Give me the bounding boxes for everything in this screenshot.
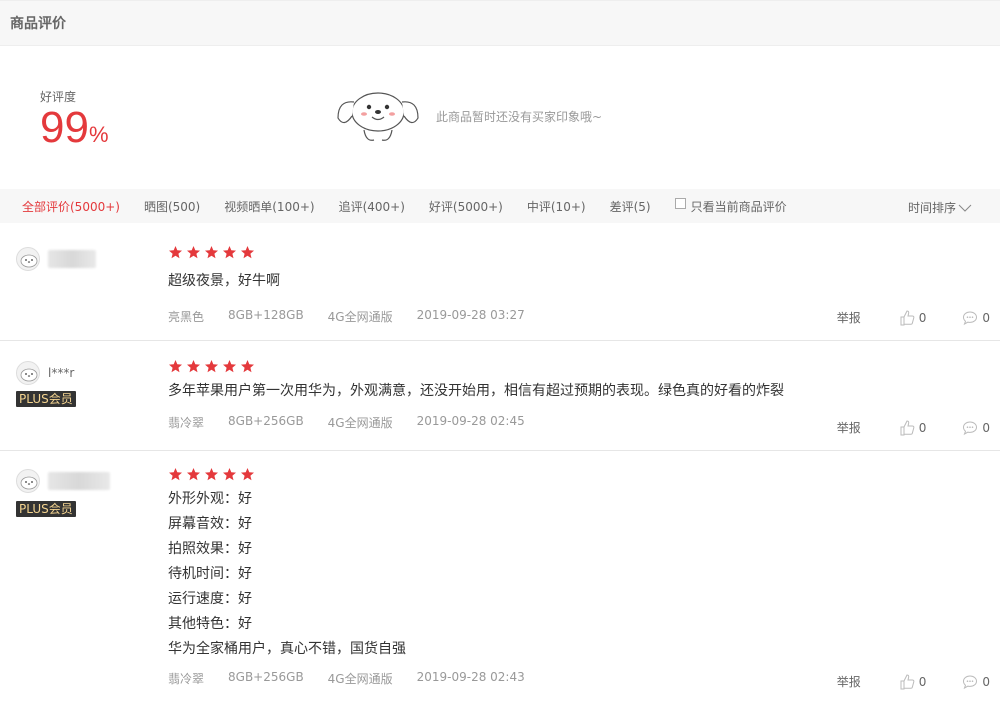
review-content: 外形外观：好 屏幕音效：好 拍照效果：好 待机时间：好 运行速度：好 其他特色：… [168, 491, 406, 657]
tab-neutral[interactable]: 中评(10+) [527, 198, 586, 215]
plus-member-badge: PLUS会员 [16, 501, 76, 517]
review-user [16, 247, 96, 271]
review-item: 超级夜景，好牛啊 亮黑色 8GB+128GB 4G全网通版 2019-09-28… [0, 223, 1000, 341]
review-actions: 举报 0 0 [837, 673, 990, 690]
review-content: 多年苹果用户第一次用华为，外观满意，还没开始用，相信有超过预期的表现。绿色真的好… [168, 383, 784, 399]
like-count: 0 [918, 420, 927, 435]
star-icon [223, 468, 236, 481]
review-time: 2019-09-28 02:43 [416, 670, 525, 684]
comment-bubble-icon [963, 310, 978, 325]
comment-count: 0 [982, 310, 990, 325]
username-blurred [48, 250, 96, 268]
impression-empty-text: 此商品暂时还没有买家印象哦~ [436, 110, 603, 124]
product-network: 4G全网通版 [327, 310, 393, 324]
comment-count: 0 [982, 420, 990, 435]
review-actions: 举报 0 0 [837, 309, 990, 326]
avatar[interactable] [16, 361, 40, 385]
product-network: 4G全网通版 [327, 416, 393, 430]
thumbs-up-icon [900, 419, 915, 435]
like-button[interactable]: 0 [899, 673, 927, 690]
good-rate-value: 99% [40, 106, 109, 150]
good-rate-number: 99 [40, 103, 89, 152]
thumbs-up-icon [900, 309, 915, 325]
product-storage: 8GB+256GB [228, 670, 304, 684]
tab-all-reviews[interactable]: 全部评价(5000+) [22, 198, 120, 215]
star-icon [241, 360, 254, 373]
report-button[interactable]: 举报 [837, 309, 861, 326]
report-button[interactable]: 举报 [837, 673, 861, 690]
comment-bubble-icon [963, 674, 978, 689]
like-button[interactable]: 0 [899, 309, 927, 326]
comment-button[interactable]: 0 [962, 310, 990, 326]
review-time: 2019-09-28 02:45 [416, 414, 525, 428]
star-rating [168, 359, 1000, 373]
star-rating [168, 245, 1000, 259]
review-user: l***r [16, 361, 74, 385]
jd-dog-mascot-icon [337, 92, 419, 141]
star-icon [169, 246, 182, 259]
tab-video-reviews[interactable]: 视频晒单(100+) [224, 198, 314, 215]
product-color: 亮黑色 [168, 310, 205, 324]
comment-count: 0 [982, 674, 990, 689]
avatar[interactable] [16, 247, 40, 271]
star-icon [205, 360, 218, 373]
star-icon [241, 246, 254, 259]
comment-button[interactable]: 0 [962, 674, 990, 690]
star-icon [187, 246, 200, 259]
section-title: 商品评价 [10, 16, 66, 32]
product-storage: 8GB+128GB [228, 308, 304, 322]
product-color: 翡冷翠 [168, 416, 205, 430]
comment-button[interactable]: 0 [962, 420, 990, 436]
username-blurred [48, 472, 110, 490]
review-time: 2019-09-28 03:27 [416, 308, 525, 322]
tab-positive[interactable]: 好评(5000+) [429, 198, 503, 215]
sort-dropdown[interactable]: 时间排序 [908, 199, 972, 216]
product-network: 4G全网通版 [327, 672, 393, 686]
star-icon [205, 468, 218, 481]
star-icon [169, 360, 182, 373]
product-storage: 8GB+256GB [228, 414, 304, 428]
review-item: PLUS会员 外形外观：好 屏幕音效：好 拍照效果：好 待机时间：好 运行速度：… [0, 451, 1000, 704]
like-count: 0 [918, 674, 927, 689]
report-button[interactable]: 举报 [837, 419, 861, 436]
product-color: 翡冷翠 [168, 672, 205, 686]
like-count: 0 [918, 310, 927, 325]
review-content: 超级夜景，好牛啊 [168, 273, 280, 289]
chevron-down-icon [958, 204, 972, 212]
like-button[interactable]: 0 [899, 419, 927, 436]
star-icon [241, 468, 254, 481]
star-rating [168, 467, 1000, 481]
review-actions: 举报 0 0 [837, 419, 990, 436]
section-header: 商品评价 [0, 0, 1000, 46]
tab-follow-up[interactable]: 追评(400+) [339, 198, 405, 215]
comment-bubble-icon [963, 420, 978, 435]
tab-negative[interactable]: 差评(5) [610, 198, 651, 215]
avatar[interactable] [16, 469, 40, 493]
review-item: l***r PLUS会员 多年苹果用户第一次用华为，外观满意，还没开始用，相信有… [0, 341, 1000, 451]
thumbs-up-icon [900, 673, 915, 689]
review-filter-bar: 全部评价(5000+) 晒图(500) 视频晒单(100+) 追评(400+) … [0, 189, 1000, 223]
star-icon [223, 360, 236, 373]
star-icon [169, 468, 182, 481]
plus-member-badge: PLUS会员 [16, 391, 76, 407]
star-icon [187, 360, 200, 373]
tab-photos[interactable]: 晒图(500) [144, 198, 200, 215]
review-user [16, 469, 110, 493]
only-current-product-toggle[interactable]: 只看当前商品评价 [674, 197, 787, 215]
rating-summary: 好评度 99% 此商品暂时还没有买家印象哦~ [0, 46, 1000, 189]
username: l***r [48, 366, 75, 380]
star-icon [223, 246, 236, 259]
only-current-label: 只看当前商品评价 [690, 199, 787, 214]
only-current-checkbox[interactable] [674, 197, 686, 209]
sort-label: 时间排序 [907, 201, 956, 215]
star-icon [187, 468, 200, 481]
star-icon [205, 246, 218, 259]
good-rate-unit: % [88, 122, 109, 147]
